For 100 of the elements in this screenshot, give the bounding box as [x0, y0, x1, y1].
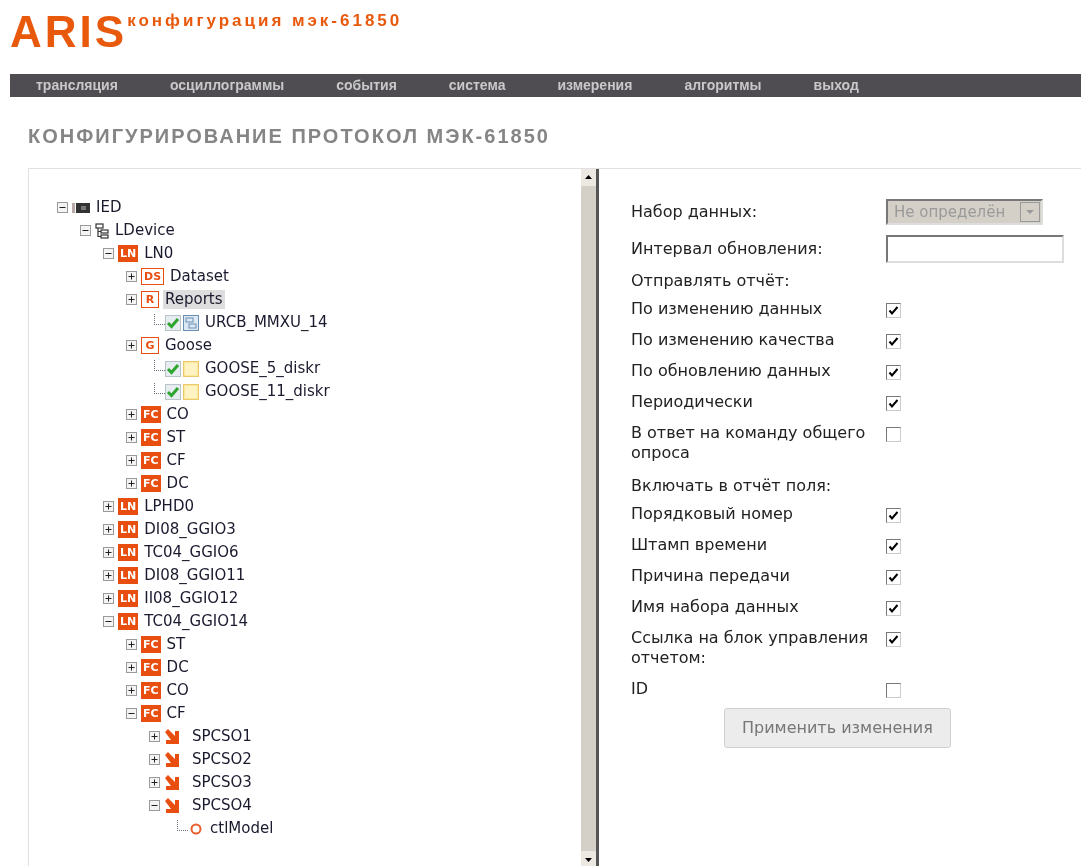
tree-item[interactable]: Goose — [163, 336, 215, 355]
arrow-icon — [164, 774, 180, 791]
tree-item[interactable]: DI08_GGIO3 — [142, 520, 238, 539]
expand-icon[interactable] — [126, 639, 137, 650]
checkbox[interactable] — [886, 427, 901, 442]
checkbox[interactable] — [886, 508, 901, 523]
checked-icon[interactable] — [165, 314, 181, 331]
arrow-icon — [164, 751, 180, 768]
tree-item[interactable]: GOOSE_5_diskr — [203, 359, 323, 378]
option-label: Причина передачи — [631, 566, 791, 586]
expand-icon[interactable] — [103, 524, 114, 535]
expand-icon[interactable] — [103, 547, 114, 558]
checkbox[interactable] — [886, 601, 901, 616]
node-badge: G — [141, 337, 159, 354]
option-label: ID — [631, 679, 650, 699]
nav-link[interactable]: события — [336, 75, 397, 96]
expand-icon[interactable] — [126, 294, 137, 305]
node-badge: FC — [141, 452, 161, 469]
expand-icon[interactable] — [126, 662, 137, 673]
expand-icon[interactable] — [103, 501, 114, 512]
nav-link[interactable]: выход — [813, 75, 859, 96]
checkbox[interactable] — [886, 365, 901, 380]
tree-item[interactable]: CF — [164, 451, 188, 470]
expand-icon[interactable] — [126, 455, 137, 466]
checkbox[interactable] — [886, 632, 901, 647]
option-label: Порядковый номер — [631, 504, 794, 524]
option-label: По изменению данных — [631, 299, 824, 319]
tree-item[interactable]: CO — [164, 405, 191, 424]
checkbox[interactable] — [886, 396, 901, 411]
tree-item[interactable]: ST — [164, 635, 188, 654]
expand-icon[interactable] — [149, 777, 160, 788]
nav-link[interactable]: трансляция — [36, 75, 118, 96]
collapse-icon[interactable] — [126, 708, 137, 719]
collapse-icon[interactable] — [149, 800, 160, 811]
document-icon — [183, 314, 199, 331]
tree-item[interactable]: SPCSO2 — [190, 750, 254, 769]
checkbox[interactable] — [886, 334, 901, 349]
expand-icon[interactable] — [103, 570, 114, 581]
tree-item[interactable]: GOOSE_11_diskr — [203, 382, 332, 401]
node-badge: LN — [118, 590, 139, 607]
checkbox[interactable] — [886, 539, 901, 554]
expand-icon[interactable] — [126, 478, 137, 489]
tree-item[interactable]: Reports — [163, 290, 225, 309]
nav-link[interactable]: алгоритмы — [684, 75, 762, 96]
node-badge: LN — [118, 613, 139, 630]
folder-icon — [183, 383, 199, 400]
expand-icon[interactable] — [149, 754, 160, 765]
scroll-up-icon[interactable] — [581, 169, 596, 186]
tree-item[interactable]: TC04_GGIO14 — [142, 612, 251, 631]
tree-item[interactable]: SPCSO4 — [190, 796, 254, 815]
checkbox[interactable] — [886, 570, 901, 585]
hierarchy-icon — [95, 222, 109, 239]
tree-item[interactable]: IED — [94, 198, 124, 217]
collapse-icon[interactable] — [80, 225, 91, 236]
option-label: По изменению качества — [631, 330, 836, 350]
node-badge: FC — [141, 659, 161, 676]
logo: ARIS — [10, 10, 128, 54]
scroll-down-icon[interactable] — [581, 851, 596, 866]
expand-icon[interactable] — [126, 271, 137, 282]
expand-icon[interactable] — [103, 593, 114, 604]
tree-item[interactable]: SPCSO1 — [190, 727, 254, 746]
tree-item[interactable]: CF — [164, 704, 188, 723]
tree-item[interactable]: SPCSO3 — [190, 773, 254, 792]
checked-icon[interactable] — [165, 360, 181, 377]
collapse-icon[interactable] — [103, 616, 114, 627]
collapse-icon[interactable] — [103, 248, 114, 259]
tree-item[interactable]: DI08_GGIO11 — [142, 566, 248, 585]
interval-field[interactable] — [886, 235, 1064, 263]
device-icon — [72, 201, 90, 214]
expand-icon[interactable] — [149, 731, 160, 742]
nav-link[interactable]: осциллограммы — [169, 75, 285, 96]
option-label: В ответ на команду общего опроса — [631, 423, 867, 463]
tree-item[interactable]: DC — [164, 658, 191, 677]
expand-icon[interactable] — [126, 432, 137, 443]
collapse-icon[interactable] — [57, 202, 68, 213]
checkbox[interactable] — [886, 683, 901, 698]
expand-icon[interactable] — [126, 409, 137, 420]
checked-icon[interactable] — [165, 383, 181, 400]
apply-button[interactable]: Применить изменения — [724, 708, 951, 748]
tree-item[interactable]: TC04_GGIO6 — [142, 543, 241, 562]
tree-item[interactable]: Dataset — [168, 267, 231, 286]
tree-item[interactable]: URCB_MMXU_14 — [203, 313, 330, 332]
option-label: Штамп времени — [631, 535, 769, 555]
nav-link[interactable]: система — [448, 75, 506, 96]
tree-item[interactable]: LPHD0 — [142, 497, 196, 516]
tree-item[interactable]: CO — [164, 681, 191, 700]
nav-link[interactable]: измерения — [557, 75, 633, 96]
tree-item[interactable]: LDevice — [113, 221, 177, 240]
tree-item[interactable]: LN0 — [142, 244, 176, 263]
tree-item[interactable]: ST — [164, 428, 188, 447]
tree-item[interactable]: DC — [164, 474, 191, 493]
tree-item[interactable]: ctlModel — [208, 819, 276, 838]
node-badge: FC — [141, 636, 161, 653]
expand-icon[interactable] — [126, 340, 137, 351]
circle-icon — [190, 822, 202, 835]
node-badge: LN — [118, 567, 139, 584]
tree-item[interactable]: II08_GGIO12 — [142, 589, 241, 608]
scrollbar[interactable] — [581, 169, 599, 866]
checkbox[interactable] — [886, 303, 901, 318]
expand-icon[interactable] — [126, 685, 137, 696]
